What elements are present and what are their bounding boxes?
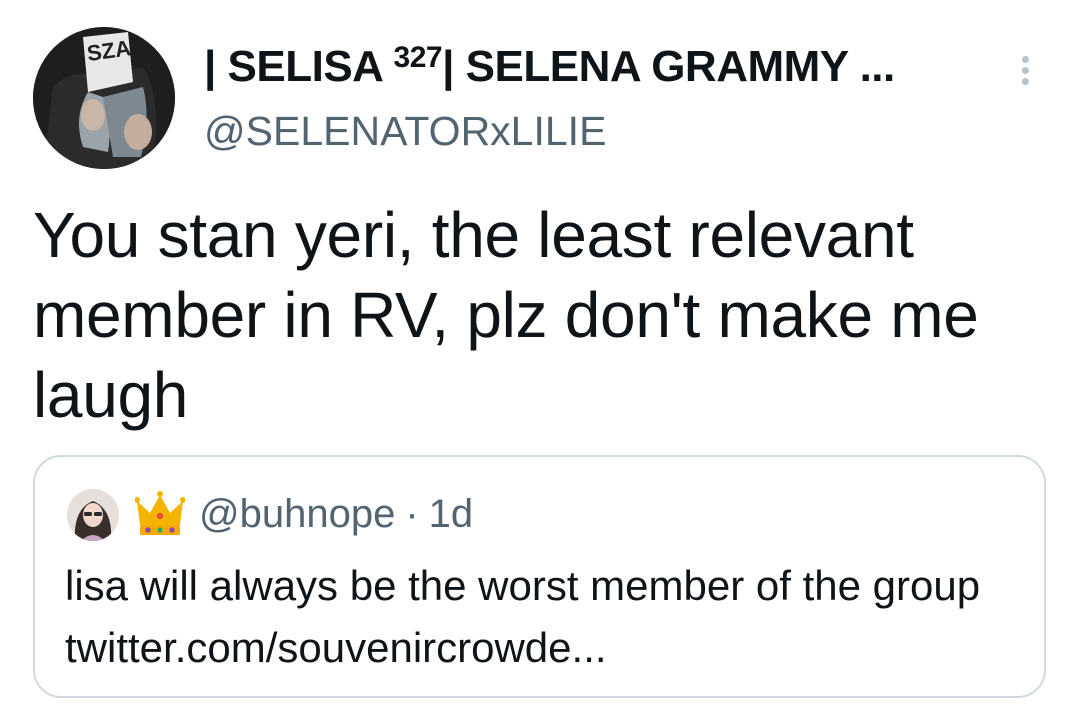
quoted-tweet-text: lisa will always be the worst member of … xyxy=(65,562,981,671)
author-avatar-image: SZA xyxy=(33,27,175,169)
tweet-text: You stan yeri, the least relevant member… xyxy=(33,199,979,431)
quoted-tweet-card[interactable]: @buhnope · 1d lisa will always be the wors… xyxy=(33,455,1046,698)
author-display-name[interactable]: | SELISA 327| SELENA GRAMMY ... xyxy=(204,40,895,94)
quoted-author-avatar[interactable] xyxy=(67,489,119,541)
author-handle[interactable]: @SELENATORxLILIE xyxy=(204,106,606,156)
more-vertical-icon-dot xyxy=(1022,78,1029,85)
quoted-meta: @buhnope · 1d xyxy=(199,489,473,539)
author-avatar[interactable]: SZA xyxy=(33,27,175,169)
display-name-prefix: | SELISA xyxy=(204,42,394,91)
display-name-superscript: 327 xyxy=(393,41,443,74)
crown-icon xyxy=(135,487,185,539)
more-vertical-icon xyxy=(1022,56,1029,63)
meta-separator: · xyxy=(405,492,419,536)
more-options-button[interactable] xyxy=(1008,50,1044,90)
more-vertical-icon-dot xyxy=(1022,67,1029,74)
display-name-suffix: | SELENA GRAMMY ... xyxy=(442,42,895,91)
quoted-avatar-image xyxy=(67,489,119,541)
quoted-timestamp[interactable]: 1d xyxy=(429,492,474,536)
quoted-handle[interactable]: @buhnope xyxy=(199,492,395,536)
